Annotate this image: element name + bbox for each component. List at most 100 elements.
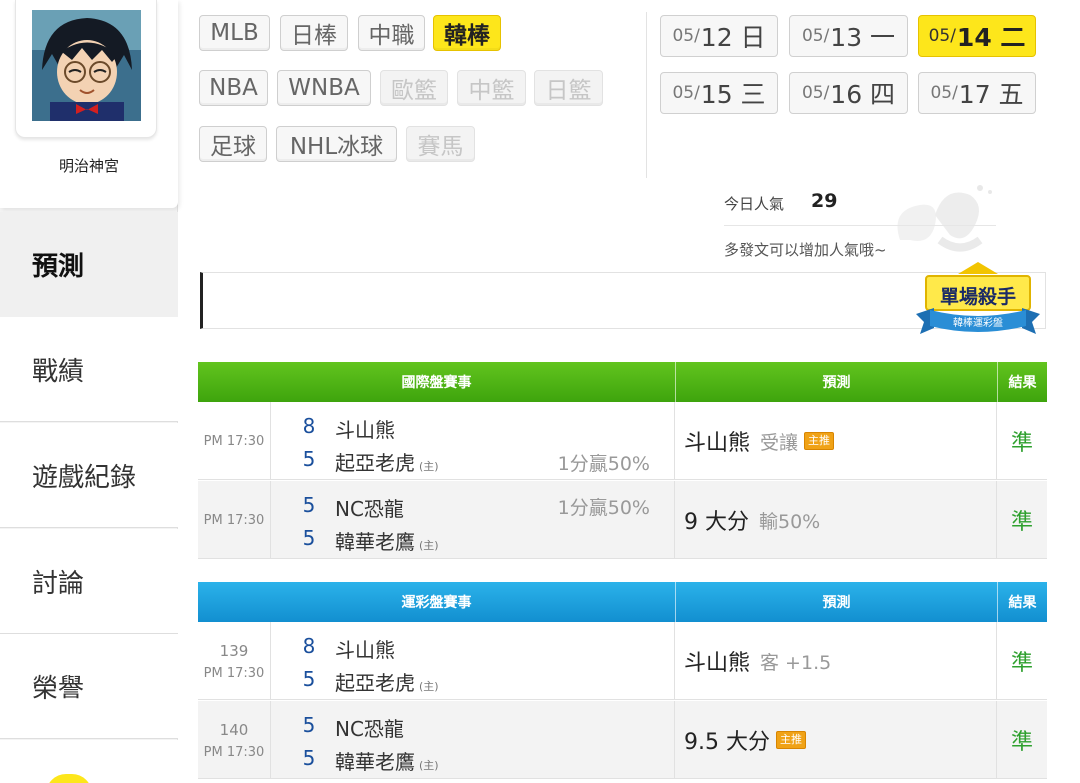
header-game: 國際盤賽事 (401, 375, 472, 391)
badge-title: 單場殺手 (939, 286, 1016, 308)
table-row[interactable]: PM 17:30 8 斗山熊 5 起亞老虎 (主) 1分贏50% 斗山熊 受讓 主… (198, 402, 1047, 480)
nav-item-label: 遊戲紀錄 (32, 462, 137, 493)
date-day: 17 五 (958, 80, 1024, 109)
popularity-divider (724, 225, 996, 226)
home-team: 起亞老虎 (主) (335, 447, 439, 476)
popularity-hint: 多發文可以增加人氣哦~ (724, 241, 887, 259)
date-day: 12 日 (700, 23, 766, 52)
table-header: 運彩盤賽事 預測 結果 (198, 582, 1047, 622)
odds-line: 1分贏50% (557, 453, 650, 475)
away-team: NC恐龍 (335, 717, 404, 741)
home-team-name: 起亞老虎 (335, 671, 415, 695)
home-score: 5 (302, 447, 316, 471)
away-team: NC恐龍 (335, 497, 404, 521)
date-day: 15 三 (700, 80, 766, 109)
date-0516[interactable]: 05/16 四 (789, 72, 908, 114)
game-time: PM 17:30 (203, 665, 265, 681)
home-score: 5 (302, 746, 316, 770)
home-marker: (主) (419, 680, 439, 693)
home-marker: (主) (419, 539, 439, 552)
popularity-label: 今日人氣 (724, 195, 785, 213)
profile-card: 明治神宮 (0, 0, 178, 208)
game-cell: 5 NC恐龍 1分贏50% 5 韓華老鷹 (主) (271, 481, 675, 559)
game-time: PM 17:30 (203, 512, 265, 528)
table-row[interactable]: 139 PM 17:30 8 斗山熊 5 起亞老虎 (主) 斗山熊 客 +1.5 … (198, 622, 1047, 700)
home-marker: (主) (419, 460, 439, 473)
nav-item-prediction[interactable]: 預測 (0, 212, 178, 317)
home-team: 韓華老鷹 (主) (335, 746, 439, 775)
coin-icon (46, 774, 92, 783)
sport-chip-soccer[interactable]: 足球 (199, 126, 267, 162)
date-day: 14 二 (956, 23, 1026, 52)
date-0515[interactable]: 05/15 三 (660, 72, 778, 114)
page: 明治神宮 預測 戰績 遊戲紀錄 討論 榮譽 MLB 日棒 中職 韓棒 NBA W… (0, 0, 1080, 783)
header-prediction: 預測 (675, 362, 997, 402)
sport-chip-kbo[interactable]: 韓棒 (433, 15, 501, 51)
username: 明治神宮 (58, 157, 119, 175)
prediction-cell: 9 大分 輸50% (675, 481, 997, 559)
nav-item-discussion[interactable]: 討論 (0, 529, 178, 634)
badge-subtitle: 韓棒運彩盤 (953, 318, 1003, 329)
sport-chip-nhl[interactable]: NHL冰球 (276, 126, 397, 162)
sport-chip-horse-racing[interactable]: 賽馬 (406, 126, 475, 162)
date-month: 05/ (801, 26, 830, 46)
sport-chip-cpbl[interactable]: 中職 (358, 15, 425, 51)
nav-item-honors[interactable]: 榮譽 (0, 634, 178, 739)
prediction-detail: 受讓 (760, 431, 799, 454)
nav-item-label: 戰績 (32, 356, 85, 387)
sport-chip-mlb[interactable]: MLB (199, 15, 270, 51)
prediction-detail: 輸50% (759, 510, 821, 533)
popularity-value: 29 (811, 190, 838, 212)
game-time-cell: PM 17:30 (198, 481, 271, 559)
swirl-decoration (897, 185, 992, 252)
avatar[interactable] (32, 10, 141, 121)
date-day: 13 一 (830, 23, 896, 52)
date-month: 05/ (801, 83, 830, 103)
nav-item-record[interactable]: 戰績 (0, 317, 178, 422)
main-pick-tag: 主推 (775, 731, 806, 749)
prediction-cell: 斗山熊 客 +1.5 (675, 622, 997, 700)
sidebar: 明治神宮 預測 戰績 遊戲紀錄 討論 榮譽 (0, 0, 178, 783)
table-row[interactable]: PM 17:30 5 NC恐龍 1分贏50% 5 韓華老鷹 (主) 9 大分 輸5… (198, 481, 1047, 559)
sport-chip-wnba[interactable]: WNBA (277, 70, 371, 106)
result-cell: 準 (1010, 651, 1033, 676)
main-pick-tag: 主推 (804, 432, 835, 450)
prediction-pick: 9.5 大分 (684, 730, 770, 755)
game-time-cell: PM 17:30 (198, 402, 271, 480)
away-team: 斗山熊 (335, 418, 395, 442)
game-cell: 5 NC恐龍 5 韓華老鷹 (主) (271, 701, 675, 779)
nav-item-game-history[interactable]: 遊戲紀錄 (0, 423, 178, 528)
prediction-cell: 斗山熊 受讓 主推 (675, 402, 997, 480)
prediction-pick: 斗山熊 (684, 651, 751, 676)
honor-badge[interactable]: 單場殺手 韓棒運彩盤 (912, 262, 1044, 342)
home-marker: (主) (419, 759, 439, 772)
result-cell: 準 (1010, 510, 1033, 535)
game-time: PM 17:30 (203, 744, 265, 760)
prediction-cell: 9.5 大分 主推 (675, 701, 997, 779)
away-score: 5 (302, 713, 316, 737)
sport-chip-euro-basketball[interactable]: 歐籃 (380, 70, 448, 106)
sport-chip-npb[interactable]: 日棒 (280, 15, 348, 51)
home-team: 起亞老虎 (主) (335, 667, 439, 696)
intl-odds-table: 國際盤賽事 預測 結果 PM 17:30 8 斗山熊 5 起亞老虎 (主) 1分贏… (198, 362, 1047, 560)
away-team: 斗山熊 (335, 638, 395, 662)
sport-chip-japan-basketball[interactable]: 日籃 (534, 70, 603, 106)
table-row[interactable]: 140 PM 17:30 5 NC恐龍 5 韓華老鷹 (主) 9.5 大分 主推 … (198, 701, 1047, 779)
game-cell: 8 斗山熊 5 起亞老虎 (主) 1分贏50% (271, 402, 675, 480)
sport-chip-nba[interactable]: NBA (199, 70, 268, 106)
game-time-cell: 140 PM 17:30 (198, 701, 271, 779)
away-score: 8 (302, 634, 316, 658)
date-month: 05/ (672, 83, 700, 103)
date-0513[interactable]: 05/13 一 (789, 15, 908, 57)
home-team-name: 韓華老鷹 (335, 750, 415, 774)
nav-item-label: 預測 (32, 252, 85, 282)
header-prediction: 預測 (675, 582, 997, 622)
date-0512[interactable]: 05/12 日 (660, 15, 778, 57)
prediction-pick: 斗山熊 (684, 431, 751, 456)
avatar-image (32, 10, 141, 121)
sport-chip-china-basketball[interactable]: 中籃 (457, 70, 526, 106)
date-month: 05/ (930, 83, 958, 103)
odds-line: 1分贏50% (557, 497, 650, 519)
date-0517[interactable]: 05/17 五 (918, 72, 1036, 114)
date-0514[interactable]: 05/14 二 (918, 15, 1036, 57)
